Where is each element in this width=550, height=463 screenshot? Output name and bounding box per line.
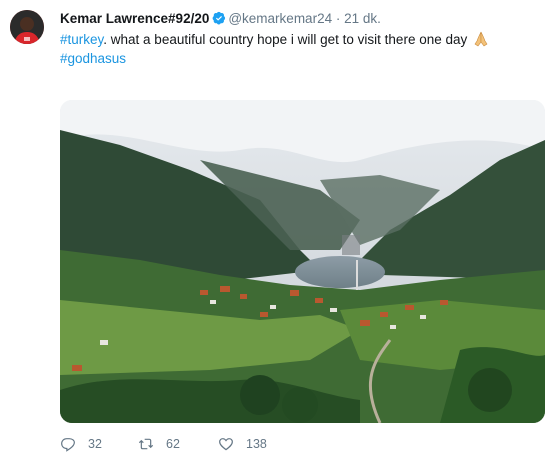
hashtag-turkey[interactable]: #turkey — [60, 32, 103, 47]
heart-icon — [219, 438, 233, 451]
author-name[interactable]: Kemar Lawrence#92/20 — [60, 11, 209, 26]
reply-icon — [61, 438, 75, 452]
retweet-count: 62 — [166, 437, 180, 451]
separator-dot: · — [335, 11, 341, 26]
author-handle[interactable]: @kemarkemar24 — [228, 11, 332, 26]
retweet-button[interactable]: 62 — [138, 436, 218, 452]
verified-badge-icon — [212, 11, 226, 25]
tweet-body: . what a beautiful country hope i will g… — [103, 32, 471, 47]
tweet-text: #turkey. what a beautiful country hope i… — [60, 30, 530, 68]
avatar[interactable] — [10, 10, 44, 44]
like-count: 138 — [246, 437, 267, 451]
hashtag-godhasus[interactable]: #godhasus — [60, 51, 126, 66]
tweet-header: Kemar Lawrence#92/20 @kemarkemar24 · 21 d… — [60, 10, 381, 27]
like-button[interactable]: 138 — [218, 436, 298, 452]
reply-count: 32 — [88, 437, 102, 451]
reply-button[interactable]: 32 — [60, 436, 138, 452]
timestamp[interactable]: 21 dk. — [344, 11, 381, 26]
tweet-photo[interactable] — [60, 100, 545, 423]
tweet-actions: 32 62 138 — [60, 436, 298, 452]
folded-hands-emoji-icon — [474, 31, 488, 47]
retweet-icon — [138, 438, 154, 450]
